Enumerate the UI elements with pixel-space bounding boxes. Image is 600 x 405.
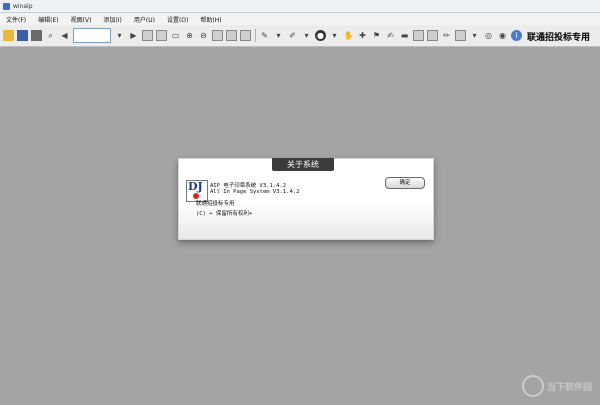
title-bar: winaip — [0, 0, 600, 13]
seal-icon[interactable]: ● — [315, 30, 326, 41]
watermark-logo-icon — [521, 375, 544, 397]
document-icon[interactable] — [413, 30, 424, 41]
zoom-in-icon[interactable]: ⊕ — [184, 30, 195, 41]
forward-icon[interactable]: ▶ — [128, 30, 139, 41]
about-dialog: 关于系统 DJ AIP 电子印章系统 V3.1.4.2 All In Page … — [178, 158, 434, 240]
actual-size-icon[interactable] — [240, 30, 251, 41]
brand-label: 联通招投标专用 — [526, 33, 590, 43]
menu-file[interactable]: 文件(F) — [6, 15, 26, 24]
text-tool-icon[interactable] — [427, 30, 438, 41]
hand-tool-icon[interactable]: ✋ — [343, 30, 354, 41]
pen-dropdown-icon[interactable]: ▾ — [273, 30, 284, 41]
back-arrow-icon[interactable]: ◀ — [59, 30, 70, 41]
app-icon — [3, 2, 10, 10]
ok-button[interactable]: 确定 — [385, 177, 425, 189]
save-disk-icon[interactable] — [17, 30, 28, 41]
target-icon[interactable]: ◉ — [497, 30, 508, 41]
product-name-cn: AIP 电子印章系统 V3.1.4.2 — [210, 183, 287, 189]
brush-dropdown-icon[interactable]: ▾ — [301, 30, 312, 41]
select-tool-icon[interactable]: ✚ — [357, 30, 368, 41]
info-icon[interactable]: i — [511, 30, 522, 41]
signature-icon[interactable]: ✍ — [385, 30, 396, 41]
open-folder-icon[interactable] — [3, 30, 14, 41]
watermark: 当下软件园 — [521, 375, 592, 397]
copyright-text: (C) + 保留所有权利+ — [196, 211, 253, 217]
dropdown-arrow-icon[interactable]: ▾ — [114, 30, 125, 41]
menu-add[interactable]: 添加(I) — [103, 15, 121, 24]
pen-icon[interactable]: ✎ — [259, 30, 270, 41]
brush-icon[interactable]: ✐ — [287, 30, 298, 41]
page-number-input[interactable] — [73, 28, 111, 43]
print-icon[interactable] — [31, 30, 42, 41]
fit-page-icon[interactable] — [212, 30, 223, 41]
circle-icon[interactable]: ◎ — [483, 30, 494, 41]
edit-icon[interactable]: ✏ — [441, 30, 452, 41]
dialog-title: 关于系统 — [272, 158, 334, 171]
toolbar: ⌕ ◀ ▾ ▶ ▭ ⊕ ⊖ ✎ ▾ ✐ ▾ ● ▾ ✋ ✚ ⚑ ✍ ▬ ✏ ▾ … — [0, 25, 600, 47]
single-page-icon[interactable] — [142, 30, 153, 41]
toolbar-separator — [255, 29, 256, 42]
comment-icon[interactable]: ▭ — [170, 30, 181, 41]
table-icon[interactable] — [455, 30, 466, 41]
zoom-out-icon[interactable]: ⊖ — [198, 30, 209, 41]
seal-dropdown-icon[interactable]: ▾ — [329, 30, 340, 41]
menu-bar: 文件(F) 编辑(E) 视图(V) 添加(I) 用户(U) 设置(O) 帮助(H… — [0, 13, 600, 25]
fit-width-icon[interactable] — [226, 30, 237, 41]
menu-settings[interactable]: 设置(O) — [167, 15, 188, 24]
menu-edit[interactable]: 编辑(E) — [38, 15, 58, 24]
menu-help[interactable]: 帮助(H) — [200, 15, 221, 24]
menu-view[interactable]: 视图(V) — [71, 15, 92, 24]
edition-label: 联通招投标专用 — [196, 201, 235, 207]
watermark-text: 当下软件园 — [546, 382, 592, 393]
list-dropdown-icon[interactable]: ▾ — [469, 30, 480, 41]
print-preview-icon[interactable]: ⌕ — [45, 30, 56, 41]
stamp-icon[interactable]: ⚑ — [371, 30, 382, 41]
page-layout-icon[interactable] — [156, 30, 167, 41]
menu-user[interactable]: 用户(U) — [134, 15, 155, 24]
eraser-icon[interactable]: ▬ — [399, 30, 410, 41]
product-name-en: All In Page System V3.1.4.2 — [210, 189, 300, 195]
logo-text: DJ — [188, 180, 203, 193]
window-title: winaip — [13, 2, 33, 10]
